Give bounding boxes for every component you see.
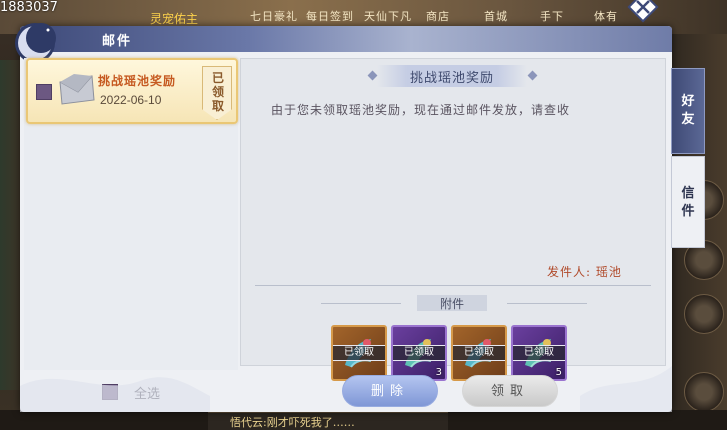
tab-friends-label: 好友 xyxy=(681,94,695,127)
attachments-banner: 附件 xyxy=(417,295,487,311)
sender-line: 发件人: 瑶池 xyxy=(547,263,622,280)
attach-line-left xyxy=(321,303,401,304)
attachment-slot[interactable]: 已领取 3 xyxy=(391,325,447,381)
tab-letters-label: 信件 xyxy=(681,186,695,219)
guard-label: 灵宠佑主 xyxy=(150,12,199,26)
select-all-checkbox[interactable] xyxy=(102,384,118,400)
mail-list-item[interactable]: 挑战瑶池奖励 2022-06-10 已领取 xyxy=(26,58,238,124)
mail-window: 邮件 挑战瑶池奖励 2022-06-10 已领取 挑战瑶池奖励 由于您未领取瑶池… xyxy=(15,23,672,412)
claim-button[interactable]: 领取 xyxy=(462,375,558,407)
tab-friends[interactable]: 好友 xyxy=(671,68,705,154)
claimed-tag: 已领取 xyxy=(453,345,505,361)
claimed-stamp: 已领取 xyxy=(202,66,232,120)
player-score: 1883037 xyxy=(0,0,58,15)
window-title-bar: 邮件 xyxy=(20,26,672,52)
content-title-banner: 挑战瑶池奖励 xyxy=(377,65,527,87)
envelope-icon xyxy=(59,74,95,105)
background-menu-icon xyxy=(684,294,724,334)
sender-label: 发件人: xyxy=(547,265,592,279)
title-diamond-right xyxy=(527,70,538,81)
attachment-slot[interactable]: 已领取 xyxy=(331,325,387,381)
top-tab-label: 体有 xyxy=(594,10,618,23)
claimed-tag: 已领取 xyxy=(333,345,385,361)
attachment-slot[interactable]: 已领取 5 xyxy=(511,325,567,381)
tab-letters[interactable]: 信件 xyxy=(671,156,705,248)
item-count: 5 xyxy=(555,367,562,378)
close-icon[interactable] xyxy=(626,0,660,24)
chat-text: 悟代云:刚才吓死我了…… xyxy=(230,416,355,429)
background-menu-icon xyxy=(684,372,724,412)
content-divider xyxy=(255,285,651,286)
mail-body-text: 由于您未领取瑶池奖励，现在通过邮件发放，请查收 xyxy=(271,103,571,117)
top-tab-label: 七日豪礼 xyxy=(250,10,298,23)
mail-title: 挑战瑶池奖励 xyxy=(98,74,177,88)
item-count: 3 xyxy=(435,367,442,378)
top-tab-label: 手下 xyxy=(540,10,564,23)
claimed-tag: 已领取 xyxy=(393,345,445,361)
top-tab-label: 首城 xyxy=(484,10,508,23)
content-title: 挑战瑶池奖励 xyxy=(409,71,494,86)
background-left-strip xyxy=(0,60,20,390)
attach-line-right xyxy=(507,303,587,304)
claimed-tag: 已领取 xyxy=(513,345,565,361)
window-title: 邮件 xyxy=(102,34,133,49)
select-all-label[interactable]: 全选 xyxy=(134,383,160,402)
attachment-slot[interactable]: 已领取 xyxy=(451,325,507,381)
attachments-label: 附件 xyxy=(439,297,464,311)
claimed-stamp-text: 已领取 xyxy=(211,71,224,113)
top-tab-label: 天仙下凡 xyxy=(364,10,412,23)
title-diamond-left xyxy=(367,70,378,81)
mail-checkbox[interactable] xyxy=(36,84,52,100)
top-tab-label: 商店 xyxy=(426,10,450,23)
mail-content-panel: 挑战瑶池奖励 由于您未领取瑶池奖励，现在通过邮件发放，请查收 发件人: 瑶池 附… xyxy=(240,58,666,381)
mail-date: 2022-06-10 xyxy=(100,93,162,107)
delete-button[interactable]: 删除 xyxy=(342,375,438,407)
top-tab-label: 每日签到 xyxy=(306,10,354,23)
sender-name: 瑶池 xyxy=(595,265,622,279)
mail-list: 挑战瑶池奖励 2022-06-10 已领取 xyxy=(24,58,238,370)
